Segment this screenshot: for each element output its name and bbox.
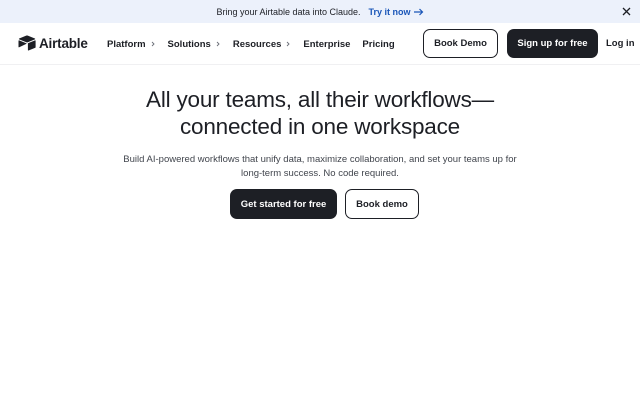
nav-item-enterprise[interactable]: Enterprise (303, 39, 350, 50)
nav-item-label: Pricing (362, 38, 395, 50)
nav-item-label: Resources (232, 38, 282, 50)
nav-item-solutions[interactable]: Solutions (168, 39, 221, 50)
hero-title: All your teams, all their workflows— con… (0, 86, 640, 140)
hero-book-demo-button[interactable]: Book demo (345, 189, 419, 219)
nav-item-pricing[interactable]: Pricing (362, 39, 394, 50)
nav-item-label: Platform (107, 38, 146, 50)
log-in-link[interactable]: Log in (606, 38, 635, 49)
airtable-logo-icon (18, 35, 36, 51)
try-it-now-link[interactable]: Try it now (369, 7, 424, 17)
banner-text: Bring your Airtable data into Claude. (216, 6, 361, 17)
nav-item-label: Enterprise (303, 38, 351, 50)
airtable-logo[interactable]: Airtable (18, 35, 88, 51)
hero-title-line-1: All your teams, all their workflows— (146, 87, 494, 112)
book-demo-button[interactable]: Book Demo (423, 29, 498, 58)
chevron-right-icon (216, 41, 220, 47)
nav-item-resources[interactable]: Resources (233, 39, 292, 50)
chevron-right-icon (287, 41, 291, 47)
nav-item-label: Solutions (167, 38, 211, 50)
get-started-button[interactable]: Get started for free (230, 189, 337, 219)
close-icon[interactable] (621, 6, 632, 17)
logo-wordmark: Airtable (39, 35, 88, 51)
arrow-right-icon (413, 8, 423, 15)
announcement-banner: Bring your Airtable data into Claude. Tr… (0, 0, 640, 23)
sign-up-button[interactable]: Sign up for free (507, 29, 598, 58)
nav-item-platform[interactable]: Platform (107, 39, 156, 50)
main-menu: Platform Solutions Resources Enterprise … (107, 23, 407, 65)
try-it-now-label: Try it now (368, 6, 411, 17)
chevron-right-icon (151, 41, 155, 47)
hero-subtitle: Build AI-powered workflows that unify da… (123, 154, 517, 179)
hero-title-line-2: connected in one workspace (180, 114, 460, 139)
